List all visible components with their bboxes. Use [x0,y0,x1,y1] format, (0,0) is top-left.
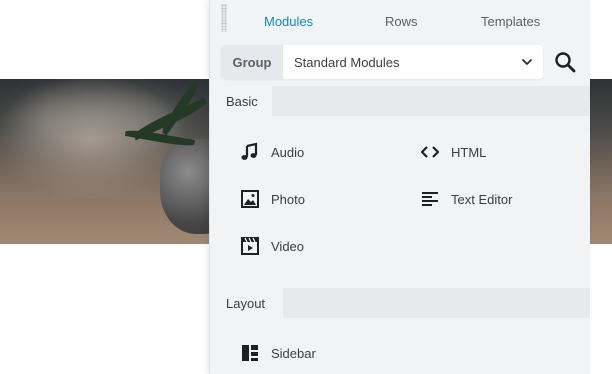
group-label: Group [221,45,283,79]
tab-modules[interactable]: Modules [264,14,313,29]
text-align-icon [420,189,440,209]
video-clapper-icon [240,236,260,256]
module-html[interactable]: HTML [420,140,486,164]
group-select[interactable]: Group Standard Modules [221,45,543,79]
code-icon [420,142,440,162]
tab-templates[interactable]: Templates [481,14,540,29]
module-text-editor[interactable]: Text Editor [420,187,512,211]
module-audio[interactable]: Audio [240,140,304,164]
sidebar-layout-icon [240,343,260,363]
section-header-basic[interactable]: Basic [210,86,590,116]
module-label: Audio [271,144,305,160]
section-header-layout[interactable]: Layout [210,288,590,318]
module-label: Video [271,238,305,254]
module-label: HTML [451,144,487,160]
module-video[interactable]: Video [240,234,304,258]
module-photo[interactable]: Photo [240,187,305,211]
panel-tabs: Modules Rows Templates [210,0,590,44]
image-icon [240,189,260,209]
module-sidebar[interactable]: Sidebar [240,341,316,365]
module-label: Photo [271,191,305,207]
section-title: Layout [210,288,283,318]
search-icon[interactable] [553,50,577,74]
module-label: Sidebar [271,345,316,361]
music-note-icon [240,142,260,162]
section-title: Basic [210,86,272,116]
group-select-value[interactable]: Standard Modules [294,55,400,70]
tab-rows[interactable]: Rows [385,14,418,29]
module-label: Text Editor [451,191,513,207]
content-panel: Modules Rows Templates Group Standard Mo… [209,0,590,374]
chevron-down-icon[interactable] [521,57,533,67]
